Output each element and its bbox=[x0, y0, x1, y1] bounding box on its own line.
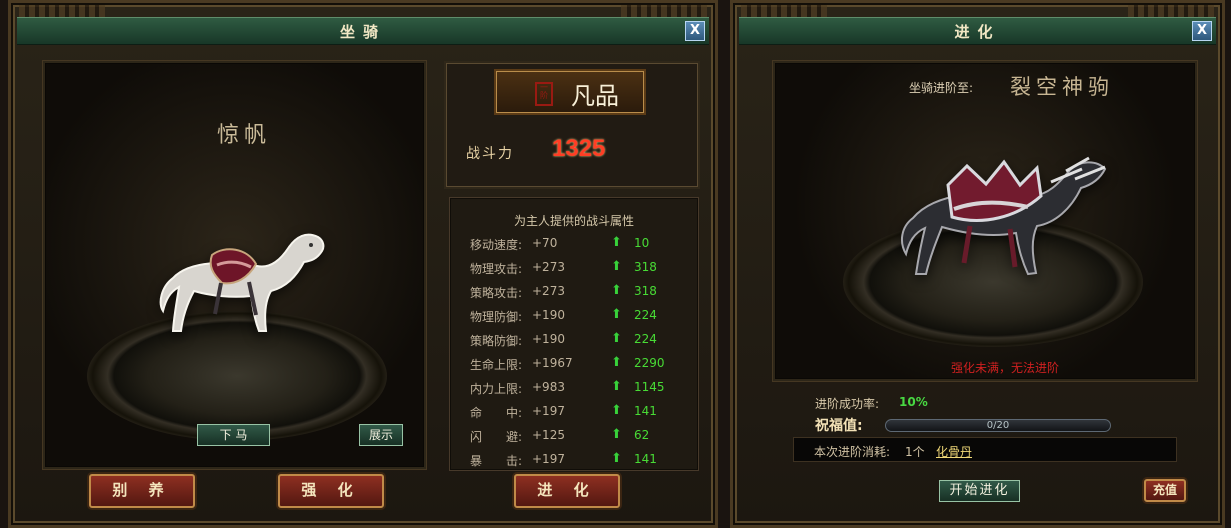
mount-name: 惊帆 bbox=[217, 123, 272, 148]
stat-row: 移动速度: +70 ⬆ 10 bbox=[470, 235, 685, 260]
release-button[interactable]: 别 养 bbox=[89, 474, 195, 508]
up-arrow-icon: ⬆ bbox=[611, 379, 622, 394]
stat-next: 2290 bbox=[634, 356, 665, 370]
blessing-label: 祝福值: bbox=[815, 418, 863, 434]
white-horse-image bbox=[159, 233, 325, 332]
stat-row: 命 中: +197 ⬆ 141 bbox=[470, 403, 685, 428]
stat-name: 移动速度: bbox=[470, 238, 523, 252]
stat-row: 闪 避: +125 ⬆ 62 bbox=[470, 427, 685, 452]
stat-name: 策略攻击: bbox=[470, 286, 523, 300]
mount-window: 坐骑 X 惊帆 下 马 展示 别 养 强 化 进 化 一阶 凡品 战斗力 132… bbox=[8, 0, 718, 528]
stat-current: +197 bbox=[532, 404, 565, 418]
up-arrow-icon: ⬆ bbox=[611, 451, 622, 466]
stat-name: 生命上限: bbox=[470, 358, 523, 372]
close-icon[interactable]: X bbox=[1192, 21, 1212, 41]
stat-next: 318 bbox=[634, 284, 657, 298]
up-arrow-icon: ⬆ bbox=[611, 307, 622, 322]
up-arrow-icon: ⬆ bbox=[611, 331, 622, 346]
stat-next: 318 bbox=[634, 260, 657, 274]
stat-current: +190 bbox=[532, 308, 565, 322]
start-evolution-button[interactable]: 开始进化 bbox=[939, 480, 1020, 502]
stat-current: +273 bbox=[532, 284, 565, 298]
blessing-progress-bar: 0/20 bbox=[885, 419, 1111, 432]
success-rate-value: 10% bbox=[899, 395, 928, 409]
stat-row: 生命上限: +1967 ⬆ 2290 bbox=[470, 355, 685, 380]
stat-next: 141 bbox=[634, 404, 657, 418]
rank-seal: 一阶 bbox=[535, 82, 553, 106]
stat-current: +70 bbox=[532, 236, 558, 250]
up-arrow-icon: ⬆ bbox=[611, 355, 622, 370]
window-title: 坐骑 bbox=[339, 23, 386, 41]
stat-current: +1967 bbox=[532, 356, 573, 370]
stat-row: 物理攻击: +273 ⬆ 318 bbox=[470, 259, 685, 284]
cost-label: 本次进阶消耗: bbox=[814, 445, 891, 459]
battle-attributes-panel: 为主人提供的战斗属性 移动速度: +70 ⬆ 10 物理攻击: +273 ⬆ 318 策略攻… bbox=[449, 197, 699, 471]
evolution-info-panel: 进阶成功率: 10% 祝福值: 0/20 本次进阶消耗: 1个 化骨丹 bbox=[773, 385, 1197, 469]
evolution-window-title: 进化 X bbox=[739, 17, 1216, 45]
dismount-button[interactable]: 下 马 bbox=[197, 424, 270, 446]
stat-row: 内力上限: +983 ⬆ 1145 bbox=[470, 379, 685, 404]
power-value: 1325 bbox=[552, 135, 606, 162]
up-arrow-icon: ⬆ bbox=[611, 427, 622, 442]
stat-next: 224 bbox=[634, 332, 657, 346]
rank-label: 凡品 bbox=[571, 82, 619, 110]
stat-next: 224 bbox=[634, 308, 657, 322]
attributes-title: 为主人提供的战斗属性 bbox=[513, 214, 634, 228]
strengthen-button[interactable]: 强 化 bbox=[278, 474, 384, 508]
stat-name: 物理攻击: bbox=[470, 262, 523, 276]
rank-badge: 一阶 凡品 bbox=[496, 71, 644, 113]
target-mount-name: 裂空神驹 bbox=[1010, 75, 1114, 99]
mount-preview: 惊帆 下 马 展示 bbox=[43, 61, 426, 469]
armored-horse-image bbox=[900, 156, 1107, 276]
stat-name: 物理防御: bbox=[470, 310, 523, 324]
up-arrow-icon: ⬆ bbox=[611, 403, 622, 418]
up-arrow-icon: ⬆ bbox=[611, 235, 622, 250]
window-title: 进化 bbox=[954, 23, 1001, 41]
blessing-progress-text: 0/20 bbox=[986, 420, 1010, 431]
evolution-window: 进化 X 坐骑进阶至: 裂空神驹 强化未满，无法进阶 进阶成功率: 10% 祝福… bbox=[730, 0, 1225, 528]
stat-row: 暴 击: +197 ⬆ 141 bbox=[470, 451, 685, 476]
recharge-button[interactable]: 充值 bbox=[1144, 479, 1186, 502]
up-arrow-icon: ⬆ bbox=[611, 283, 622, 298]
power-label: 战斗力 bbox=[466, 146, 514, 162]
stat-row: 策略防御: +190 ⬆ 224 bbox=[470, 331, 685, 356]
stat-name: 暴 击: bbox=[470, 454, 523, 468]
stat-next: 10 bbox=[634, 236, 650, 250]
stat-row: 物理防御: +190 ⬆ 224 bbox=[470, 307, 685, 332]
show-button[interactable]: 展示 bbox=[359, 424, 403, 446]
cost-count: 1个 bbox=[905, 445, 925, 459]
stat-current: +197 bbox=[532, 452, 565, 466]
evolution-cost-row: 本次进阶消耗: 1个 化骨丹 bbox=[793, 437, 1177, 462]
stat-name: 内力上限: bbox=[470, 382, 523, 396]
target-prefix: 坐骑进阶至: bbox=[909, 81, 974, 95]
stat-current: +190 bbox=[532, 332, 565, 346]
close-icon[interactable]: X bbox=[685, 21, 705, 41]
evolution-preview: 坐骑进阶至: 裂空神驹 强化未满，无法进阶 bbox=[773, 61, 1197, 381]
stat-current: +983 bbox=[532, 380, 565, 394]
stat-row: 策略攻击: +273 ⬆ 318 bbox=[470, 283, 685, 308]
stat-name: 命 中: bbox=[470, 406, 523, 420]
mount-window-title: 坐骑 X bbox=[17, 17, 709, 45]
stat-next: 141 bbox=[634, 452, 657, 466]
evolve-button[interactable]: 进 化 bbox=[514, 474, 620, 508]
mount-rank-card: 一阶 凡品 战斗力 1325 bbox=[444, 61, 700, 189]
stat-name: 闪 避: bbox=[470, 430, 523, 444]
evolution-warning: 强化未满，无法进阶 bbox=[951, 361, 1060, 375]
stat-next: 1145 bbox=[634, 380, 665, 394]
success-rate-label: 进阶成功率: bbox=[815, 397, 880, 411]
cost-item-link[interactable]: 化骨丹 bbox=[936, 443, 972, 460]
stat-current: +273 bbox=[532, 260, 565, 274]
stat-current: +125 bbox=[532, 428, 565, 442]
stat-next: 62 bbox=[634, 428, 650, 442]
up-arrow-icon: ⬆ bbox=[611, 259, 622, 274]
stat-name: 策略防御: bbox=[470, 334, 523, 348]
